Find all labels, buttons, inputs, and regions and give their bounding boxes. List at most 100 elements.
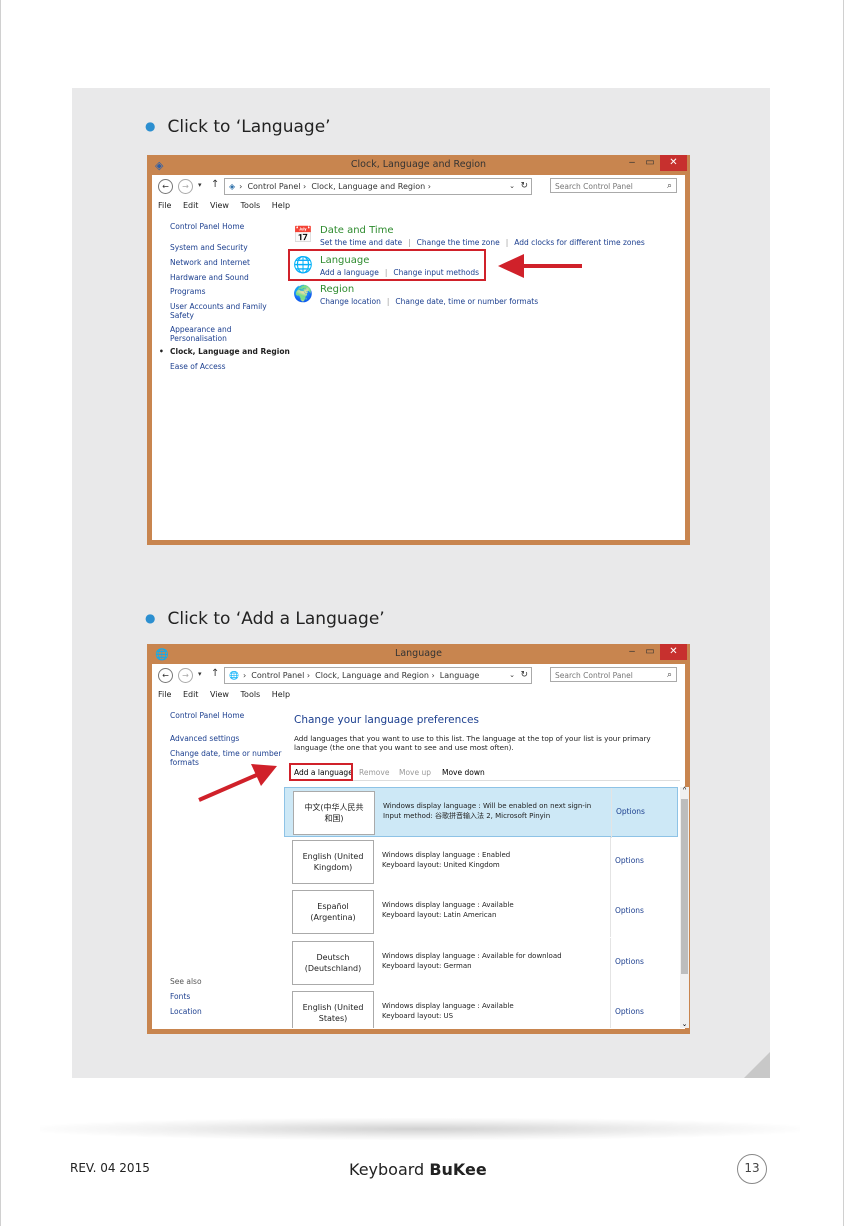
recent-pages-dropdown-icon[interactable]: ▾ — [198, 181, 202, 189]
sidebar-item-user-accounts-line2[interactable]: Safety — [170, 311, 194, 320]
maximize-button[interactable]: ▭ — [643, 155, 657, 171]
recent-pages-dropdown-icon[interactable]: ▾ — [198, 670, 202, 678]
sidebar-item-home[interactable]: Control Panel Home — [170, 222, 244, 231]
language-row[interactable]: Deutsch (Deutschland) Windows display lan… — [284, 938, 678, 988]
menu-tools[interactable]: Tools — [241, 201, 261, 210]
window-clock-language-region: ◈ Clock, Language and Region – ▭ ✕ ← → ▾… — [147, 155, 690, 545]
refresh-icon[interactable]: ↻ — [520, 179, 528, 194]
page-number: 13 — [737, 1154, 767, 1184]
page-edge-right — [843, 0, 844, 1226]
sidebar-item-advanced-settings[interactable]: Advanced settings — [170, 734, 239, 743]
options-link[interactable]: Options — [616, 807, 645, 816]
language-row[interactable]: 中文(中华人民共 和国) Windows display language : W… — [284, 787, 678, 838]
options-link[interactable]: Options — [615, 856, 644, 865]
menu-view[interactable]: View — [210, 201, 229, 210]
search-input[interactable]: Search Control Panel ⌕ — [550, 667, 677, 682]
menu-edit[interactable]: Edit — [183, 690, 199, 699]
link-set-time-date[interactable]: Set the time and date — [320, 238, 402, 247]
forward-arrow-icon[interactable]: → — [178, 179, 193, 194]
link-change-location[interactable]: Change location — [320, 297, 381, 306]
category-title[interactable]: Date and Time — [320, 225, 394, 236]
window-title: Clock, Language and Region — [350, 159, 487, 170]
language-row[interactable]: English (United Kingdom) Windows display … — [284, 837, 678, 887]
column-divider — [610, 887, 611, 937]
instruction-step-2: ● Click to ‘Add a Language’ — [145, 609, 385, 629]
menu-file[interactable]: File — [158, 201, 171, 210]
forward-arrow-icon[interactable]: → — [178, 668, 193, 683]
breadcrumb-clock-language-region[interactable]: Clock, Language and Region — [311, 182, 425, 191]
highlight-box-language — [288, 249, 486, 281]
column-divider — [610, 938, 611, 988]
sidebar-item-fonts[interactable]: Fonts — [170, 992, 190, 1001]
close-button[interactable]: ✕ — [660, 644, 687, 660]
options-link[interactable]: Options — [615, 1007, 644, 1016]
move-down-button[interactable]: Move down — [442, 768, 485, 777]
language-name-box: Deutsch (Deutschland) — [292, 941, 374, 985]
menu-edit[interactable]: Edit — [183, 201, 199, 210]
sidebar-item-programs[interactable]: Programs — [170, 287, 206, 296]
address-dropdown-icon[interactable]: ⌄ — [509, 179, 515, 194]
address-dropdown-icon[interactable]: ⌄ — [509, 668, 515, 683]
search-icon[interactable]: ⌕ — [667, 668, 672, 683]
breadcrumb-control-panel[interactable]: Control Panel — [251, 671, 304, 680]
link-change-time-zone[interactable]: Change the time zone — [417, 238, 500, 247]
options-link[interactable]: Options — [615, 957, 644, 966]
menu-view[interactable]: View — [210, 690, 229, 699]
back-arrow-icon[interactable]: ← — [158, 668, 173, 683]
minimize-button[interactable]: – — [625, 644, 639, 660]
options-link[interactable]: Options — [615, 906, 644, 915]
up-arrow-icon[interactable]: ↑ — [211, 179, 219, 190]
menu-tools[interactable]: Tools — [241, 690, 261, 699]
scrollbar-thumb[interactable] — [681, 799, 688, 974]
sidebar-item-hardware[interactable]: Hardware and Sound — [170, 273, 249, 282]
search-input[interactable]: Search Control Panel ⌕ — [550, 178, 677, 193]
scroll-down-icon[interactable]: ⌄ — [680, 1020, 689, 1028]
breadcrumb-language[interactable]: Language — [440, 671, 479, 680]
search-icon[interactable]: ⌕ — [667, 179, 672, 194]
category-links: Change location | Change date, time or num… — [320, 297, 539, 306]
language-list: 中文(中华人民共 和国) Windows display language : W… — [284, 787, 680, 1028]
maximize-button[interactable]: ▭ — [643, 644, 657, 660]
language-name-box: English (United Kingdom) — [292, 840, 374, 884]
page-heading: Change your language preferences — [294, 714, 479, 726]
minimize-button[interactable]: – — [625, 155, 639, 171]
breadcrumb-clock-language-region[interactable]: Clock, Language and Region — [315, 671, 429, 680]
title-bar: 🌐 Language – ▭ ✕ — [147, 644, 690, 664]
refresh-icon[interactable]: ↻ — [520, 668, 528, 683]
column-divider — [611, 788, 612, 838]
back-arrow-icon[interactable]: ← — [158, 179, 173, 194]
language-row[interactable]: English (United States) Windows display l… — [284, 988, 678, 1028]
move-up-button[interactable]: Move up — [399, 768, 431, 777]
remove-button[interactable]: Remove — [359, 768, 389, 777]
address-field[interactable]: 🌐 › Control Panel › Clock, Language and R… — [224, 667, 532, 684]
sidebar-item-ease-of-access[interactable]: Ease of Access — [170, 362, 226, 371]
see-also-label: See also — [170, 977, 202, 986]
scroll-up-icon[interactable]: ^ — [680, 787, 689, 794]
sidebar-item-appearance-line2[interactable]: Personalisation — [170, 334, 227, 343]
breadcrumb-control-panel[interactable]: Control Panel — [247, 182, 300, 191]
language-status: Windows display language : Available for… — [382, 952, 562, 970]
sidebar-item-appearance[interactable]: Appearance and — [170, 325, 232, 334]
close-button[interactable]: ✕ — [660, 155, 687, 171]
address-field[interactable]: ◈ › Control Panel › Clock, Language and R… — [224, 178, 532, 195]
vertical-scrollbar[interactable]: ^ ⌄ — [680, 787, 689, 1028]
sidebar-item-home[interactable]: Control Panel Home — [170, 711, 244, 720]
brand-prefix: Keyboard — [349, 1160, 425, 1179]
category-title[interactable]: Region — [320, 284, 354, 295]
sidebar-item-network[interactable]: Network and Internet — [170, 258, 250, 267]
sidebar-item-change-formats[interactable]: Change date, time or number — [170, 749, 281, 758]
sidebar-item-clock-language-region[interactable]: Clock, Language and Region — [159, 347, 290, 356]
link-add-clocks[interactable]: Add clocks for different time zones — [514, 238, 645, 247]
language-status: Windows display language : Available Keyb… — [382, 901, 514, 919]
sidebar-item-user-accounts[interactable]: User Accounts and Family — [170, 302, 267, 311]
sidebar-item-system-security[interactable]: System and Security — [170, 243, 248, 252]
language-row[interactable]: Español (Argentina) Windows display langu… — [284, 887, 678, 937]
menu-help[interactable]: Help — [272, 690, 290, 699]
up-arrow-icon[interactable]: ↑ — [211, 668, 219, 679]
red-arrow-icon — [498, 254, 582, 278]
menu-help[interactable]: Help — [272, 201, 290, 210]
link-change-formats[interactable]: Change date, time or number formats — [395, 297, 538, 306]
search-placeholder: Search Control Panel — [555, 671, 633, 680]
menu-file[interactable]: File — [158, 690, 171, 699]
sidebar-item-location[interactable]: Location — [170, 1007, 202, 1016]
